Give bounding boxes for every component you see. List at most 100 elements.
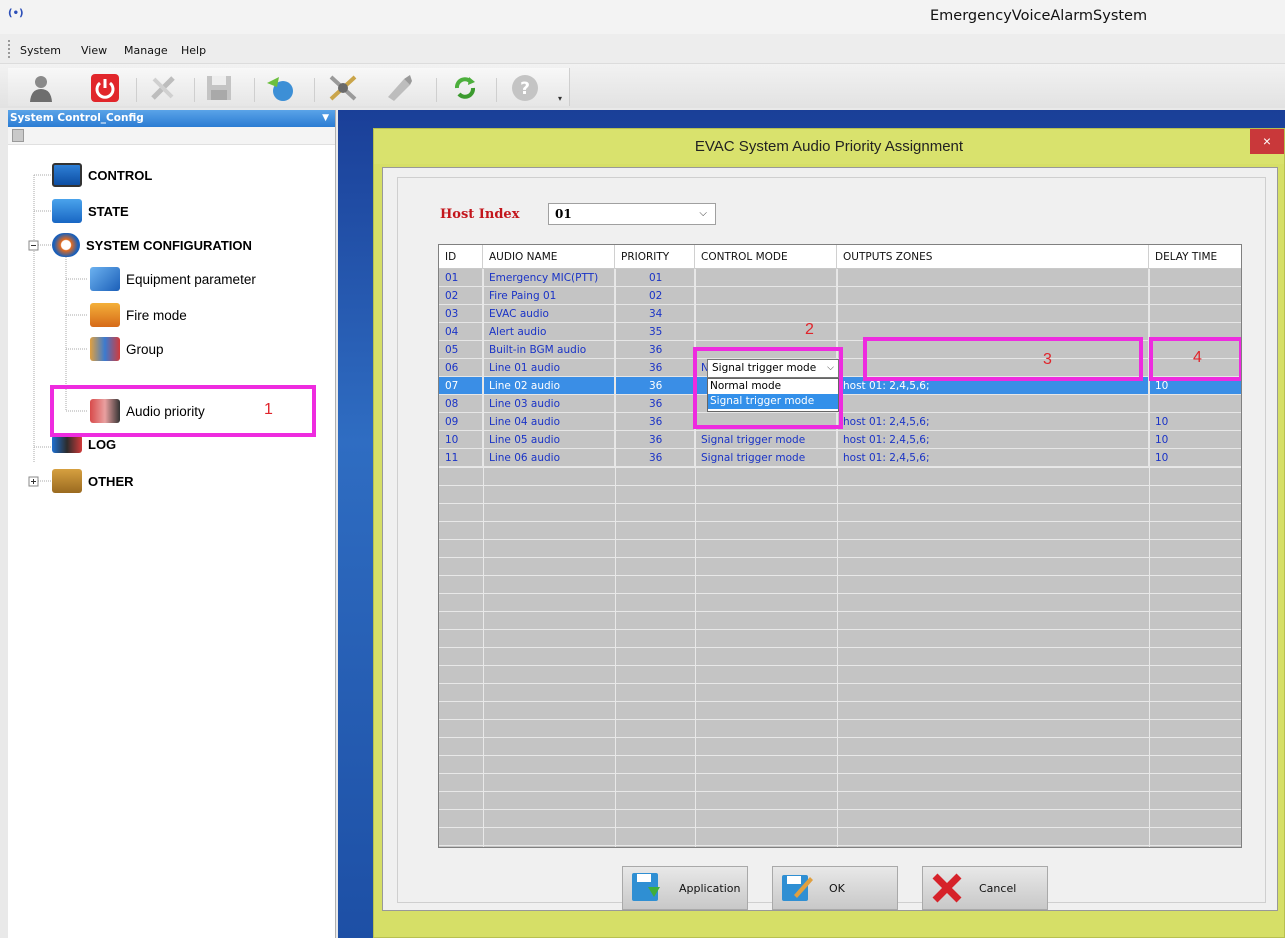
cell-delay[interactable] (1149, 395, 1241, 413)
grid-line (439, 791, 1241, 792)
grid-line (439, 629, 1241, 630)
cell-id: 10 (439, 431, 483, 449)
title-bar: (•) EmergencyVoiceAlarmSystem (0, 0, 1285, 34)
grid-line (439, 467, 1241, 468)
globe-icon[interactable] (262, 71, 300, 105)
host-index-select[interactable]: 01 ⌵ (548, 203, 716, 225)
cell-delay[interactable] (1149, 305, 1241, 323)
cell-mode[interactable] (695, 269, 837, 287)
toolbar-strip: ? ▾ (8, 68, 570, 106)
settings-icon[interactable] (324, 71, 362, 105)
panel-title: System Control_Config (10, 112, 144, 124)
cell-delay[interactable] (1149, 287, 1241, 305)
tree-item-log[interactable]: LOG (52, 435, 116, 453)
group-icon (90, 337, 120, 361)
gear-icon (52, 233, 80, 257)
refresh-icon[interactable] (446, 71, 484, 105)
panel-dropdown-icon[interactable]: ▼ (322, 110, 329, 127)
fire-icon (90, 303, 120, 327)
toolbar-overflow-icon[interactable]: ▾ (558, 94, 562, 103)
cell-mode[interactable] (695, 287, 837, 305)
grid-line (439, 845, 1241, 846)
cell-zones[interactable]: host 01: 2,4,5,6; (837, 431, 1149, 449)
help-icon[interactable]: ? (506, 71, 544, 105)
save-icon (629, 870, 665, 906)
application-button[interactable]: Application (622, 866, 748, 910)
brush-icon[interactable] (380, 71, 418, 105)
tree-item-system-configuration[interactable]: SYSTEM CONFIGURATION (52, 233, 252, 257)
cancel-button[interactable]: Cancel (922, 866, 1048, 910)
table-row[interactable]: 10 Line 05 audio 36 Signal trigger mode host… (439, 431, 1241, 449)
grid-line (483, 269, 484, 847)
cell-priority: 34 (615, 305, 695, 323)
power-icon[interactable] (86, 71, 124, 105)
application-button-label: Application (679, 881, 741, 895)
menu-manage[interactable]: Manage (124, 44, 168, 57)
grid-line (615, 269, 616, 847)
panel-doc-icon[interactable] (12, 129, 24, 142)
cell-mode[interactable]: Signal trigger mode (695, 449, 837, 467)
close-icon (929, 870, 965, 906)
cell-delay[interactable] (1149, 269, 1241, 287)
column-outputs-zones[interactable]: OUTPUTS ZONES (837, 245, 1149, 269)
menu-bar: System View Manage Help (0, 34, 1285, 64)
cell-zones[interactable] (837, 269, 1149, 287)
grid-line (439, 755, 1241, 756)
save-icon[interactable] (200, 71, 238, 105)
annotation-1: 1 (264, 401, 273, 418)
cell-id: 03 (439, 305, 483, 323)
cell-id: 08 (439, 395, 483, 413)
cell-delay[interactable]: 10 (1149, 449, 1241, 467)
tree-item-control[interactable]: CONTROL (52, 163, 152, 187)
tools-icon[interactable] (144, 71, 182, 105)
cell-mode[interactable] (695, 323, 837, 341)
tree-label-fire-mode: Fire mode (126, 307, 187, 323)
tree-item-state[interactable]: STATE (52, 199, 129, 223)
grid-line (439, 503, 1241, 504)
cell-zones[interactable]: host 01: 2,4,5,6; (837, 449, 1149, 467)
cell-zones[interactable] (837, 395, 1149, 413)
grid-line (439, 575, 1241, 576)
ok-button[interactable]: OK (772, 866, 898, 910)
tree-label-log: LOG (88, 436, 117, 452)
cell-delay[interactable]: 10 (1149, 413, 1241, 431)
cell-mode[interactable]: Signal trigger mode (695, 431, 837, 449)
tree-label-other: OTHER (88, 473, 134, 489)
table-row[interactable]: 11 Line 06 audio 36 Signal trigger mode host… (439, 449, 1241, 467)
column-control-mode[interactable]: CONTROL MODE (695, 245, 837, 269)
cell-priority: 36 (615, 341, 695, 359)
user-icon[interactable] (22, 71, 60, 105)
cell-delay[interactable]: 10 (1149, 431, 1241, 449)
cell-name: Emergency MIC(PTT) (483, 269, 615, 287)
tree-label-equipment-parameter: Equipment parameter (126, 271, 256, 287)
close-button[interactable]: × (1250, 129, 1284, 154)
cell-zones[interactable] (837, 305, 1149, 323)
grid-line (439, 737, 1241, 738)
menu-system[interactable]: System (20, 44, 61, 57)
grid-line (439, 827, 1241, 828)
tree-item-group[interactable]: Group (90, 337, 164, 361)
window-title: EmergencyVoiceAlarmSystem (930, 8, 1148, 24)
tree-item-other[interactable]: OTHER (52, 469, 134, 493)
column-delay-time[interactable]: DELAY TIME (1149, 245, 1241, 269)
cell-zones[interactable]: host 01: 2,4,5,6; (837, 413, 1149, 431)
table-header: ID AUDIO NAME PRIORITY CONTROL MODE OUTP… (439, 245, 1241, 269)
tree-item-fire-mode[interactable]: Fire mode (90, 303, 187, 327)
table-row[interactable]: 03 EVAC audio 34 (439, 305, 1241, 323)
column-id[interactable]: ID (439, 245, 483, 269)
cell-mode[interactable] (695, 305, 837, 323)
column-audio-name[interactable]: AUDIO NAME (483, 245, 615, 269)
annotation-2: 2 (805, 321, 814, 338)
tree-item-equipment-parameter[interactable]: Equipment parameter (90, 267, 256, 291)
column-priority[interactable]: PRIORITY (615, 245, 695, 269)
menu-view[interactable]: View (81, 44, 107, 57)
tree-label-control: CONTROL (88, 167, 153, 183)
menu-grip (8, 40, 10, 58)
grid-line (439, 809, 1241, 810)
table-row[interactable]: 02 Fire Paing 01 02 (439, 287, 1241, 305)
grid-line (439, 611, 1241, 612)
annotation-3: 3 (1043, 351, 1052, 368)
table-row[interactable]: 01 Emergency MIC(PTT) 01 (439, 269, 1241, 287)
menu-help[interactable]: Help (181, 44, 206, 57)
cell-zones[interactable] (837, 287, 1149, 305)
